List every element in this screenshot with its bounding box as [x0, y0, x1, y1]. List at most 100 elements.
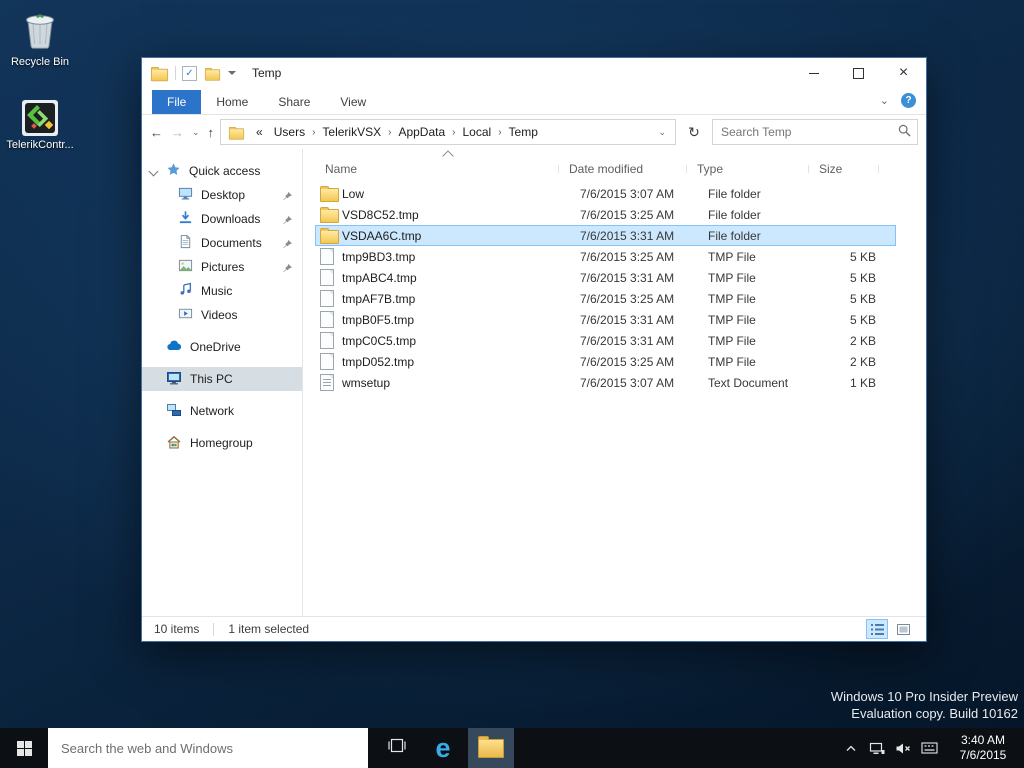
file-rows: Low 7/6/2015 3:07 AM File folder VSD8C52…: [303, 183, 926, 616]
edge-browser-button[interactable]: e: [420, 728, 466, 768]
window-folder-icon: [150, 66, 169, 81]
file-row[interactable]: VSD8C52.tmp 7/6/2015 3:25 AM File folder: [315, 204, 896, 225]
caption-buttons: ×: [791, 58, 926, 88]
taskbar-search[interactable]: [48, 728, 368, 768]
recent-locations-icon[interactable]: ⌄: [192, 127, 200, 138]
file-type: Text Document: [708, 375, 789, 390]
refresh-button[interactable]: ↻: [682, 120, 706, 144]
properties-check-icon[interactable]: ✓: [182, 65, 197, 81]
forward-button[interactable]: →: [171, 125, 184, 140]
tab-home[interactable]: Home: [201, 90, 263, 114]
sidebar-item-label: OneDrive: [190, 340, 241, 354]
new-folder-icon[interactable]: [204, 67, 221, 81]
pin-icon: [283, 214, 292, 228]
file-row[interactable]: tmpAF7B.tmp 7/6/2015 3:25 AM TMP File 5 …: [315, 288, 896, 309]
star-icon: [166, 162, 181, 180]
file-row[interactable]: tmp9BD3.tmp 7/6/2015 3:25 AM TMP File 5 …: [315, 246, 896, 267]
tab-file[interactable]: File: [152, 90, 202, 114]
sidebar-item-quick-access[interactable]: Quick access: [142, 159, 302, 183]
up-button[interactable]: ↑: [208, 125, 215, 140]
file-explorer-button[interactable]: [468, 728, 514, 768]
sidebar-item-downloads[interactable]: Downloads: [142, 207, 302, 231]
sidebar-item-pictures[interactable]: Pictures: [142, 255, 302, 279]
minimize-button[interactable]: [791, 58, 836, 88]
maximize-button[interactable]: [836, 58, 881, 88]
sidebar-item-label: Downloads: [201, 212, 261, 226]
explorer-search-input[interactable]: [719, 124, 898, 140]
network-tray-icon[interactable]: [864, 728, 890, 768]
task-view-button[interactable]: [374, 728, 420, 768]
desktop-icon-recycle-bin[interactable]: Recycle Bin: [4, 8, 76, 68]
sidebar-item-this-pc[interactable]: This PC: [142, 367, 302, 391]
close-button[interactable]: ×: [881, 58, 926, 88]
qat-dropdown-icon[interactable]: [228, 71, 236, 75]
tab-share[interactable]: Share: [263, 90, 325, 114]
download-icon: [178, 210, 193, 228]
taskbar-clock[interactable]: 3:40 AM 7/6/2015: [942, 733, 1024, 763]
evaluation-watermark: Windows 10 Pro Insider Preview Evaluatio…: [831, 688, 1018, 722]
windows-logo-icon: [16, 740, 32, 756]
video-icon: [178, 306, 193, 324]
start-button[interactable]: [0, 728, 48, 768]
title-bar[interactable]: ✓ Temp ×: [142, 58, 926, 88]
sidebar-item-network[interactable]: Network: [142, 399, 302, 423]
breadcrumb-chevron-icon[interactable]: ›: [497, 127, 502, 138]
breadcrumb-item-temp[interactable]: Temp: [504, 125, 543, 139]
breadcrumb-item-telerikvsx[interactable]: TelerikVSX: [317, 125, 386, 139]
breadcrumb-chevron-icon[interactable]: ›: [451, 127, 456, 138]
details-view-button[interactable]: [866, 619, 888, 639]
column-header-type[interactable]: Type: [687, 162, 809, 176]
sidebar-item-label: Documents: [201, 236, 262, 250]
sidebar-item-music[interactable]: Music: [142, 279, 302, 303]
search-icon: [898, 124, 911, 140]
file-row[interactable]: wmsetup 7/6/2015 3:07 AM Text Document 1…: [315, 372, 896, 393]
file-date-modified: 7/6/2015 3:07 AM: [580, 375, 675, 390]
sidebar-item-label: Music: [201, 284, 233, 298]
breadcrumb-overflow[interactable]: «: [251, 125, 268, 139]
breadcrumb-item-local[interactable]: Local: [458, 125, 497, 139]
explorer-search[interactable]: [712, 119, 918, 145]
explorer-content: Quick access Desktop Downloads Documents: [142, 149, 926, 616]
file-row[interactable]: tmpD052.tmp 7/6/2015 3:25 AM TMP File 2 …: [315, 351, 896, 372]
large-icons-view-button[interactable]: [892, 619, 914, 639]
tab-view[interactable]: View: [325, 90, 381, 114]
column-header-size[interactable]: Size: [809, 162, 879, 176]
file-row-selected[interactable]: VSDAA6C.tmp 7/6/2015 3:31 AM File folder: [315, 225, 896, 246]
ribbon-expand-icon[interactable]: ⌄: [880, 94, 889, 107]
pin-icon: [283, 262, 292, 276]
recycle-bin-icon: [22, 14, 58, 53]
picture-icon: [178, 258, 193, 276]
sidebar-item-homegroup[interactable]: Homegroup: [142, 431, 302, 455]
sidebar-item-videos[interactable]: Videos: [142, 303, 302, 327]
breadcrumb-item-appdata[interactable]: AppData: [393, 125, 450, 139]
file-row[interactable]: tmpC0C5.tmp 7/6/2015 3:31 AM TMP File 2 …: [315, 330, 896, 351]
breadcrumb[interactable]: « Users › TelerikVSX › AppData › Local ›…: [220, 119, 676, 145]
file-row[interactable]: Low 7/6/2015 3:07 AM File folder: [315, 183, 896, 204]
desktop-icon-telerik[interactable]: TelerikContr...: [4, 100, 76, 151]
address-dropdown-icon[interactable]: ⌄: [655, 127, 669, 138]
status-bar: 10 items 1 item selected: [142, 616, 926, 641]
breadcrumb-chevron-icon[interactable]: ›: [311, 127, 316, 138]
breadcrumb-item-users[interactable]: Users: [269, 125, 310, 139]
file-size: 2 KB: [849, 333, 876, 348]
onedrive-cloud-icon: [166, 338, 182, 357]
file-date-modified: 7/6/2015 3:31 AM: [580, 228, 675, 243]
sidebar-item-documents[interactable]: Documents: [142, 231, 302, 255]
back-button[interactable]: ←: [150, 125, 163, 140]
column-header-name[interactable]: Name: [315, 162, 559, 176]
volume-muted-icon[interactable]: [890, 728, 916, 768]
column-header-date-modified[interactable]: Date modified: [559, 162, 687, 176]
taskbar-search-input[interactable]: [48, 740, 368, 756]
sidebar-item-onedrive[interactable]: OneDrive: [142, 335, 302, 359]
file-row[interactable]: tmpB0F5.tmp 7/6/2015 3:31 AM TMP File 5 …: [315, 309, 896, 330]
chevron-down-icon[interactable]: [148, 166, 159, 177]
breadcrumb-chevron-icon[interactable]: ›: [387, 127, 392, 138]
file-row[interactable]: tmpABC4.tmp 7/6/2015 3:31 AM TMP File 5 …: [315, 267, 896, 288]
sidebar-item-desktop[interactable]: Desktop: [142, 183, 302, 207]
help-icon[interactable]: ?: [901, 93, 916, 108]
touch-keyboard-icon[interactable]: [916, 728, 942, 768]
show-hidden-icons-button[interactable]: [838, 728, 864, 768]
selection-count: 1 item selected: [228, 622, 310, 636]
sidebar-item-label: Desktop: [201, 188, 246, 202]
file-type: TMP File: [708, 333, 756, 348]
